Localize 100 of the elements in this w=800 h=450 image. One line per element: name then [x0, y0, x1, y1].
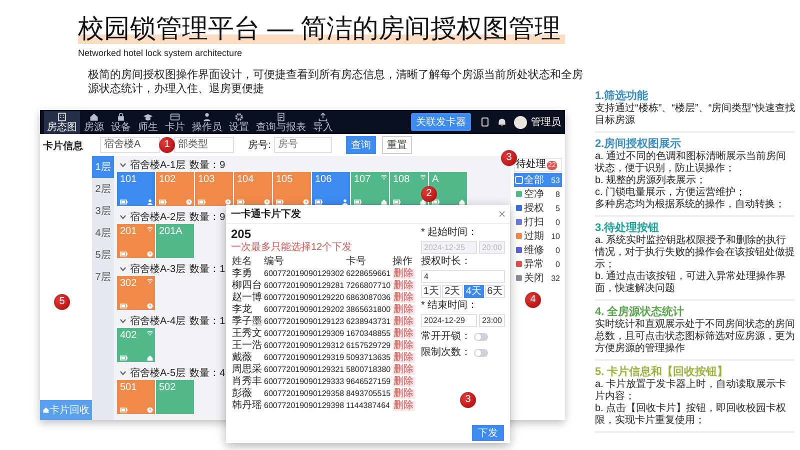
delete-button[interactable]: 删除: [392, 305, 415, 315]
table-cell-text: 1144387464: [345, 400, 391, 412]
nav-tab[interactable]: 设置: [226, 110, 252, 134]
limit-note: 一次最多只能选择12个下发: [231, 242, 354, 254]
battery-icon: [159, 198, 167, 204]
nav-tab[interactable]: 房源: [81, 110, 107, 134]
duration-option[interactable]: 6天: [484, 285, 505, 298]
room-tile[interactable]: 201: [117, 224, 155, 258]
room-tile[interactable]: 501: [117, 380, 155, 414]
room-tile[interactable]: 103: [195, 172, 233, 206]
table-cell-text: 王秀文: [231, 328, 263, 340]
room-tile[interactable]: 106: [312, 172, 350, 206]
time-field[interactable]: 23:00: [478, 314, 505, 327]
duration-field[interactable]: 4: [421, 270, 505, 283]
delete-button[interactable]: 删除: [392, 389, 415, 399]
duration-option[interactable]: 1天: [421, 285, 442, 298]
floor-tab[interactable]: 2层: [92, 178, 114, 200]
room-tile[interactable]: 104: [234, 172, 272, 206]
battery-icon: [120, 250, 128, 256]
gear-icon: [234, 112, 244, 122]
status-filter[interactable]: 打扫 0: [514, 215, 562, 229]
room-tile[interactable]: 201A: [156, 224, 194, 258]
clock-icon: [147, 406, 153, 412]
room-tile[interactable]: 108: [390, 172, 428, 206]
delete-button[interactable]: 删除: [392, 341, 415, 351]
issue-button[interactable]: 下发: [472, 425, 504, 441]
recycle-card-button[interactable]: 卡片回收: [40, 400, 92, 420]
delete-button[interactable]: 删除: [392, 353, 415, 363]
room-type-select[interactable]: 部类型: [174, 137, 234, 153]
nav-tab[interactable]: 导入: [310, 110, 336, 134]
table-cell-text: 肖秀丰: [231, 376, 263, 388]
status-filter[interactable]: 维修 0: [514, 243, 562, 257]
column-header: 操作: [392, 256, 414, 268]
delete-button[interactable]: 删除: [392, 269, 415, 279]
room-tile[interactable]: 102: [156, 172, 194, 206]
delete-button[interactable]: 删除: [392, 329, 415, 339]
room-tile[interactable]: 105: [273, 172, 311, 206]
reset-button[interactable]: 重置: [382, 136, 412, 154]
slide-title: 校园锁管理平台 — 简洁的房间授权图管理: [78, 12, 565, 44]
delete-button[interactable]: 删除: [392, 317, 415, 327]
user-name: 管理员: [531, 116, 561, 129]
status-filter[interactable]: 授权 5: [514, 201, 562, 215]
table-cell: 600772019090129333: [263, 376, 346, 388]
tablet-icon[interactable]: [480, 117, 490, 127]
table-cell: 李龙: [231, 304, 263, 316]
chevron-icon[interactable]: [120, 214, 126, 220]
field-label: 授权时长：: [421, 256, 472, 268]
close-icon[interactable]: [499, 211, 505, 217]
status-filter[interactable]: 全部 53: [514, 173, 562, 187]
duration-option[interactable]: 4天: [464, 285, 484, 298]
avatar[interactable]: [514, 116, 527, 128]
room-tile[interactable]: 402: [117, 328, 155, 362]
group-title: 宿舍楼A-5层: [130, 366, 186, 380]
chevron-icon[interactable]: [120, 266, 126, 272]
table-cell: 600772019090129312: [263, 340, 346, 352]
nav-tab[interactable]: 房态图: [44, 110, 80, 134]
status-filter[interactable]: 异常 0: [514, 257, 562, 271]
delete-button[interactable]: 删除: [392, 401, 415, 411]
slide-description: 极简的房间授权图操作界面设计，可便捷查看到所有房态信息，清晰了解每个房源当前所处状态和全房源状态统计，办理入住、退房更便捷: [88, 68, 584, 96]
duration-option[interactable]: 2天: [442, 285, 462, 298]
nav-tab[interactable]: 师生: [135, 110, 161, 134]
table-cell-text: 周思采: [231, 364, 263, 376]
floor-tab[interactable]: 4层: [92, 222, 114, 244]
status-filter[interactable]: 过期 10: [514, 229, 562, 243]
date-field[interactable]: 2024-12-29: [421, 314, 477, 327]
room-tile[interactable]: 502: [156, 380, 194, 414]
search-button[interactable]: 查询: [346, 136, 376, 154]
floor-tab[interactable]: 3层: [92, 200, 114, 222]
column-header: 姓名: [231, 256, 253, 268]
toggle-switch[interactable]: [474, 349, 488, 357]
table-cell: 6238943731: [345, 316, 392, 328]
nav-tab[interactable]: 设备: [108, 110, 134, 134]
delete-button[interactable]: 删除: [392, 281, 415, 291]
room-tile[interactable]: 107: [351, 172, 389, 206]
bell-icon[interactable]: [497, 117, 507, 127]
floor-tab[interactable]: 5层: [92, 244, 114, 266]
group-title: 宿舍楼A-2层: [130, 210, 186, 224]
nav-tab[interactable]: 操作员: [189, 110, 225, 134]
building-select[interactable]: 宿舍楼A: [100, 137, 160, 153]
note-text: 实时统计和直观展示处于不同房间状态的房间总数，且可点击状态图标筛选对应房源，更为方便房源的管理操作: [595, 319, 795, 355]
room-number: 205: [231, 227, 252, 242]
toggle-switch[interactable]: [474, 333, 488, 341]
floor-tab[interactable]: 7层: [92, 266, 114, 288]
delete-button[interactable]: 删除: [392, 365, 415, 375]
delete-button[interactable]: 删除: [392, 293, 415, 303]
chevron-icon[interactable]: [120, 370, 126, 376]
room-tile[interactable]: 101: [117, 172, 155, 206]
room-number-field[interactable]: 房号: [274, 137, 332, 153]
delete-button[interactable]: 删除: [392, 377, 415, 387]
chevron-icon[interactable]: [120, 162, 126, 168]
table-cell-text: 王一浩: [231, 340, 263, 352]
table-cell: 6863087036: [345, 292, 392, 304]
room-tile[interactable]: 302: [117, 276, 155, 310]
link-reader-button[interactable]: 关联发卡器: [411, 113, 471, 131]
nav-tab[interactable]: 查询与报表: [253, 110, 309, 134]
chevron-icon[interactable]: [120, 318, 126, 324]
floor-tab[interactable]: 1层: [92, 156, 114, 178]
nav-tab[interactable]: 卡片: [162, 110, 188, 134]
status-filter[interactable]: 空净 8: [514, 187, 562, 201]
status-filter[interactable]: 关闭 32: [514, 271, 562, 285]
